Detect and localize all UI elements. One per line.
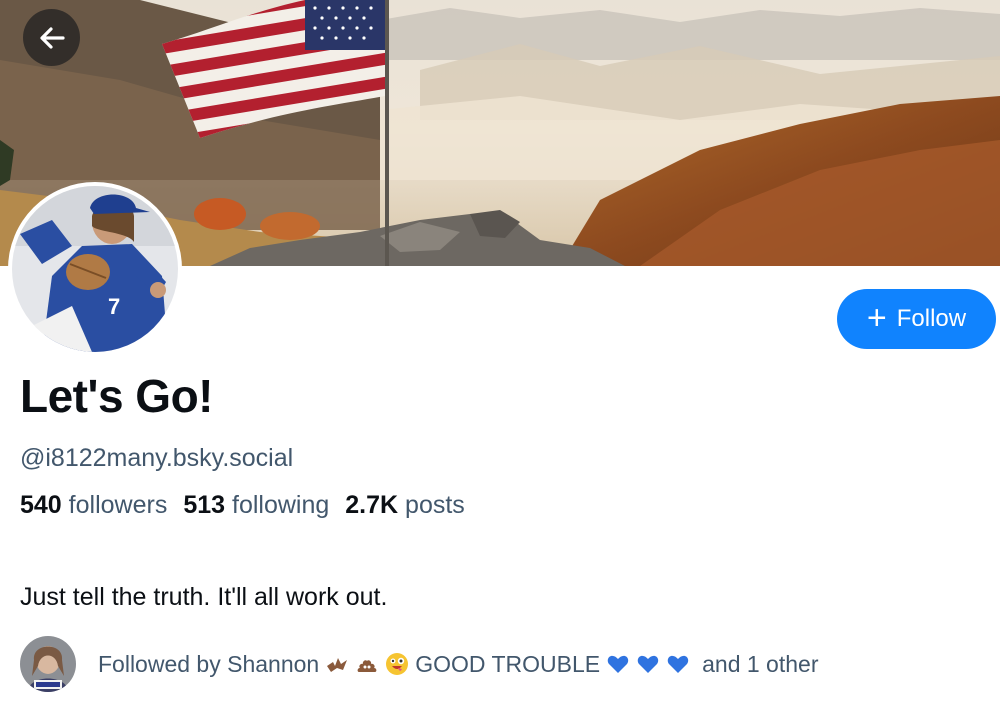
followed-by-text: Followed by Shannon GOOD TROUBLE and 1 o… [98, 651, 818, 678]
bat-emoji-icon [327, 658, 348, 672]
blue-heart-icon [667, 655, 689, 673]
profile-avatar[interactable]: 7 [8, 182, 182, 356]
display-name: Let's Go! [20, 370, 214, 422]
blue-heart-icon [637, 655, 659, 673]
known-follower-avatar [20, 636, 76, 692]
followers-count: 540 [20, 491, 62, 519]
posts-count: 2.7K [345, 491, 399, 519]
arrow-left-icon [39, 26, 65, 49]
following-count: 513 [183, 491, 226, 519]
followed-by-suffix: and 1 other [702, 650, 819, 677]
posts-stat: 2.7K posts [345, 491, 465, 520]
following-link[interactable]: 513 following [183, 491, 329, 520]
following-label: following [232, 491, 330, 519]
svg-text:7: 7 [108, 294, 120, 319]
followers-link[interactable]: 540 followers [20, 491, 167, 520]
avatar: 7 [12, 186, 178, 352]
follow-label: Follow [896, 305, 967, 332]
known-followers[interactable]: Followed by Shannon GOOD TROUBLE and 1 o… [20, 636, 818, 692]
back-button[interactable] [23, 9, 80, 66]
plus-icon: + [866, 298, 887, 337]
follower-name-suffix: GOOD TROUBLE [415, 650, 601, 677]
blue-heart-icon [607, 655, 629, 673]
follow-button[interactable]: + Follow [837, 289, 996, 349]
avatar-image: 7 [12, 186, 178, 352]
poop-emoji-icon [357, 660, 377, 672]
profile-handle: @i8122many.bsky.social [20, 444, 294, 472]
profile-stats: 540 followers 513 following 2.7K posts [20, 491, 465, 520]
posts-label: posts [405, 491, 465, 519]
followers-label: followers [68, 491, 168, 519]
followed-by-prefix: Followed by Shannon [98, 650, 320, 677]
profile-bio: Just tell the truth. It'll all work out. [20, 583, 388, 611]
zany-face-emoji-icon [386, 653, 409, 675]
